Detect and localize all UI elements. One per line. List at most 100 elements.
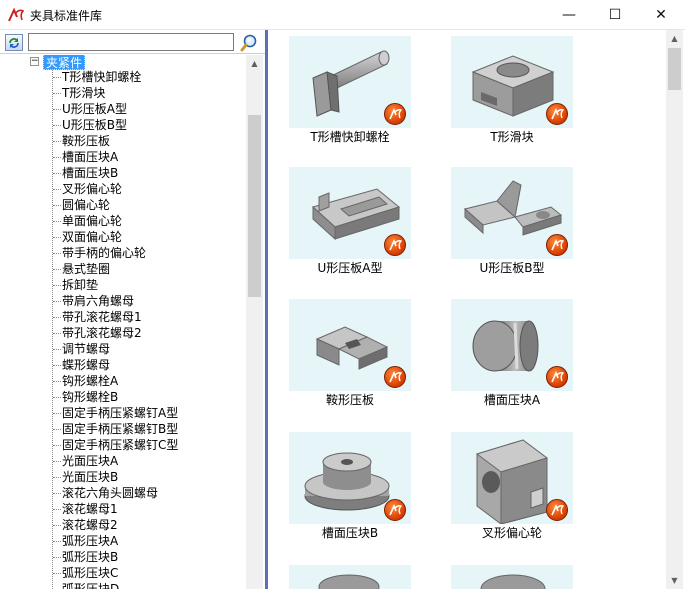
tree-line (53, 573, 61, 574)
part-card[interactable]: 鞍形压板 (289, 299, 429, 429)
tree-item[interactable]: 槽面压块A (62, 149, 118, 165)
tree-item[interactable]: 固定手柄压紧螺钉B型 (62, 421, 178, 437)
tree-item[interactable]: 鞍形压板 (62, 133, 110, 149)
part-preview-icon (318, 574, 380, 589)
part-thumbnail (289, 565, 411, 589)
tree-line (52, 69, 53, 589)
tree-item[interactable]: 光面压块B (62, 469, 118, 485)
tree-item[interactable]: 拆卸垫 (62, 277, 98, 293)
tree-item[interactable]: 蝶形螺母 (62, 357, 110, 373)
tree-line (53, 477, 61, 478)
tree-item[interactable]: 调节螺母 (62, 341, 110, 357)
search-button[interactable] (238, 32, 260, 53)
tree-line (53, 541, 61, 542)
part-card[interactable] (289, 565, 429, 589)
tree-item[interactable]: 固定手柄压紧螺钉C型 (62, 437, 178, 453)
scroll-thumb[interactable] (668, 48, 681, 90)
tree-item[interactable]: 圆偏心轮 (62, 197, 110, 213)
tree-item[interactable]: 双面偏心轮 (62, 229, 122, 245)
tree-line (53, 381, 61, 382)
scroll-thumb[interactable] (248, 115, 261, 297)
tree-item[interactable]: 钩形螺栓A (62, 373, 118, 389)
tree-item[interactable]: 带孔滚花螺母1 (62, 309, 142, 325)
tree-item[interactable]: 固定手柄压紧螺钉A型 (62, 405, 178, 421)
category-tree: − 夹紧件 T形槽快卸螺栓 T形滑块 U形压板A型 U形压板B型 鞍形压板 槽面压块A 槽面… (0, 55, 246, 589)
refresh-button[interactable] (5, 34, 23, 51)
part-card[interactable]: 槽面压块B (289, 432, 429, 562)
title-bar: 夹具标准件库 — ☐ ✕ (0, 0, 685, 30)
window-title: 夹具标准件库 (30, 9, 103, 23)
part-label: T形滑块 (490, 130, 534, 144)
search-input[interactable] (28, 33, 234, 51)
tree-line (53, 205, 61, 206)
tree-line (53, 301, 61, 302)
tree-item[interactable]: 弧形压块B (62, 549, 118, 565)
tree-line (53, 125, 61, 126)
tree-line (53, 413, 61, 414)
tree-item[interactable]: 弧形压块C (62, 565, 118, 581)
gallery-scrollbar[interactable]: ▲ ▼ (666, 30, 683, 589)
part-label: T形槽快卸螺栓 (310, 130, 390, 144)
tree-item[interactable]: 带肩六角螺母 (62, 293, 134, 309)
part-label: 叉形偏心轮 (481, 526, 542, 540)
tree-item[interactable]: 弧形压块A (62, 533, 118, 549)
left-pane: − 夹紧件 T形槽快卸螺栓 T形滑块 U形压板A型 U形压板B型 鞍形压板 槽面压块A 槽面… (0, 30, 265, 589)
tree-line (53, 285, 61, 286)
tree-item[interactable]: U形压板A型 (62, 101, 127, 117)
tree-line (53, 333, 61, 334)
tree-line (53, 525, 61, 526)
part-card[interactable]: T形槽快卸螺栓 (289, 36, 429, 166)
tree-item[interactable]: 滚花螺母2 (62, 517, 118, 533)
scroll-up-icon[interactable]: ▲ (666, 30, 683, 47)
part-label: 槽面压块B (321, 526, 379, 540)
tree-item[interactable]: T形滑块 (62, 85, 105, 101)
tree-item[interactable]: 钩形螺栓B (62, 389, 118, 405)
tree-item[interactable]: 带孔滚花螺母2 (62, 325, 142, 341)
tree-line (53, 509, 61, 510)
part-gallery: T形槽快卸螺栓 T形滑块 U形压板A型 U形压板B型 鞍形压板 槽面压块A 槽面… (268, 30, 685, 589)
search-icon (240, 34, 257, 51)
cad-badge-icon (384, 234, 406, 256)
tree-scrollbar[interactable]: ▲ (246, 55, 263, 589)
tree-line (53, 253, 61, 254)
part-card[interactable]: T形滑块 (451, 36, 591, 166)
scroll-down-icon[interactable]: ▼ (666, 572, 683, 589)
maximize-button[interactable]: ☐ (592, 0, 638, 30)
tree-item[interactable]: 叉形偏心轮 (62, 181, 122, 197)
tree-line (53, 109, 61, 110)
tree-line (53, 221, 61, 222)
cad-badge-icon (546, 103, 568, 125)
scroll-up-icon[interactable]: ▲ (246, 55, 263, 72)
tree-item[interactable]: 滚花螺母1 (62, 501, 118, 517)
maximize-icon: ☐ (608, 7, 622, 23)
tree-item[interactable]: 单面偏心轮 (62, 213, 122, 229)
tree-line (53, 557, 61, 558)
close-button[interactable]: ✕ (638, 0, 684, 30)
tree-item[interactable]: 弧形压块D (62, 581, 119, 589)
tree-item[interactable]: 滚花六角头圆螺母 (62, 485, 158, 501)
tree-item[interactable]: 带手柄的偏心轮 (62, 245, 146, 261)
minimize-button[interactable]: — (546, 0, 592, 30)
tree-item[interactable]: 光面压块A (62, 453, 118, 469)
tree-item[interactable]: 悬式垫圈 (62, 261, 110, 277)
part-preview-icon (480, 574, 546, 589)
part-label: U形压板B型 (479, 261, 545, 275)
tree-item[interactable]: U形压板B型 (62, 117, 127, 133)
part-card[interactable]: U形压板A型 (289, 167, 429, 297)
tree-line (53, 173, 61, 174)
part-label: 槽面压块A (483, 393, 541, 407)
part-card[interactable]: U形压板B型 (451, 167, 591, 297)
part-card[interactable]: 槽面压块A (451, 299, 591, 429)
tree-root-label[interactable]: 夹紧件 (43, 55, 86, 70)
part-card[interactable] (451, 565, 591, 589)
tree-item[interactable]: 槽面压块B (62, 165, 118, 181)
part-thumbnail (451, 565, 573, 589)
tree-line (53, 141, 61, 142)
tree-line (53, 365, 61, 366)
tree-item[interactable]: T形槽快卸螺栓 (62, 69, 141, 85)
refresh-icon (9, 37, 19, 48)
cad-badge-icon (546, 499, 568, 521)
collapse-toggle-icon[interactable]: − (30, 57, 39, 66)
part-card[interactable]: 叉形偏心轮 (451, 432, 591, 562)
tree-line (53, 93, 61, 94)
